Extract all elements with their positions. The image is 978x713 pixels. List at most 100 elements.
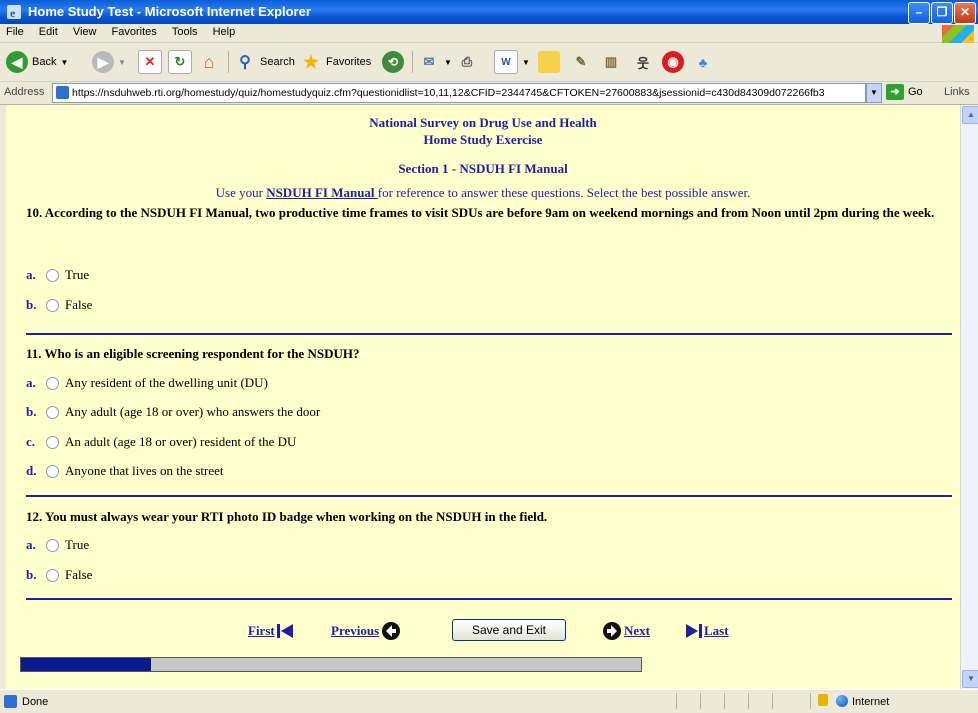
messenger-button[interactable]: ▥ [600, 49, 622, 75]
msn-button[interactable]: ♣ [692, 49, 714, 75]
next-label: Next [624, 623, 650, 638]
address-dropdown-icon[interactable]: ▼ [866, 83, 882, 103]
first-page-icon [275, 621, 295, 641]
radio-button[interactable] [46, 568, 59, 582]
research-icon: ✎ [575, 54, 587, 69]
first-link[interactable]: First [248, 621, 295, 641]
media-button[interactable]: ◉ [662, 49, 684, 75]
question-10-option-b[interactable]: b. False [26, 297, 92, 313]
page-title: National Survey on Drug Use and Health [369, 115, 597, 130]
links-button[interactable]: Links [944, 86, 970, 98]
search-icon: ⚲ [239, 54, 251, 71]
menu-file[interactable]: File [0, 24, 30, 38]
maximize-button[interactable]: ❐ [931, 2, 953, 24]
favorites-button[interactable]: ★ Favorites [300, 49, 371, 75]
option-label: True [65, 267, 90, 282]
address-label: Address [4, 86, 45, 98]
minimize-button[interactable]: – [908, 2, 930, 24]
stop-icon: ✕ [138, 50, 162, 74]
menu-tools[interactable]: Tools [166, 24, 204, 38]
status-divider [748, 693, 749, 709]
title-bar: e Home Study Test - Microsoft Internet E… [0, 0, 978, 24]
home-button[interactable]: ⌂ [198, 49, 220, 75]
question-11-option-c[interactable]: c. An adult (age 18 or over) resident of… [26, 434, 296, 450]
back-dropdown-icon[interactable]: ▼ [60, 58, 68, 67]
question-12-option-a[interactable]: a. True [26, 537, 89, 553]
status-bar: Done Internet [0, 689, 978, 713]
stop-button[interactable]: ✕ [138, 49, 162, 75]
print-button[interactable]: ⎙ [456, 49, 478, 75]
radio-button[interactable] [46, 268, 59, 282]
radio-button[interactable] [46, 435, 59, 449]
back-arrow-icon: ◀ [6, 51, 28, 73]
radio-button[interactable] [46, 538, 59, 552]
question-10-text: 10. According to the NSDUH FI Manual, tw… [26, 205, 935, 220]
favorites-label: Favorites [326, 56, 372, 68]
toolbar: ◀ Back ▼ ▶ ▼ ✕ ↻ ⌂ ⚲ Search ★ Favorites … [0, 43, 978, 82]
forward-dropdown-icon[interactable]: ▼ [118, 58, 126, 67]
scroll-down-icon[interactable]: ▼ [962, 670, 978, 688]
go-button[interactable]: Go [908, 86, 923, 98]
edit-dropdown-icon[interactable]: ▼ [522, 58, 530, 67]
address-input[interactable]: https://nsduhweb.rti.org/homestudy/quiz/… [52, 83, 866, 103]
menu-favorites[interactable]: Favorites [106, 24, 163, 38]
scroll-up-icon[interactable]: ▲ [962, 106, 978, 124]
page-subtitle: Home Study Exercise [423, 132, 543, 147]
option-letter: b. [26, 567, 37, 582]
search-button[interactable]: ⚲ Search [234, 49, 295, 75]
svg-text:e: e [10, 6, 16, 20]
page-icon [4, 695, 17, 708]
question-10-option-a[interactable]: a. True [26, 267, 89, 283]
first-label: First [248, 623, 275, 638]
progress-fill [21, 658, 152, 671]
menu-bar: File Edit View Favorites Tools Help [0, 24, 978, 43]
question-11-option-a[interactable]: a. Any resident of the dwelling unit (DU… [26, 375, 268, 391]
next-link[interactable]: Next [602, 621, 650, 641]
question-11-option-b[interactable]: b. Any adult (age 18 or over) who answer… [26, 404, 320, 420]
instructions-text: for reference to answer these questions.… [377, 185, 751, 200]
option-label: An adult (age 18 or over) resident of th… [65, 434, 297, 449]
mail-button[interactable]: ✉ ▼ [418, 49, 452, 75]
back-button[interactable]: ◀ Back ▼ [6, 49, 68, 75]
go-arrow-icon[interactable]: ➜ [886, 84, 904, 100]
quiz-navigation: First Previous Save and Exit Next Last [6, 617, 960, 643]
search-label: Search [260, 56, 295, 68]
radio-button[interactable] [46, 376, 59, 390]
close-button[interactable]: ✕ [954, 2, 976, 24]
windows-flag-icon [942, 25, 974, 43]
people-button[interactable]: 웃 [632, 49, 654, 75]
radio-button[interactable] [46, 464, 59, 478]
last-link[interactable]: Last [684, 621, 729, 641]
question-11-text: 11. Who is an eligible screening respond… [26, 346, 360, 361]
fi-manual-link[interactable]: NSDUH FI Manual [266, 185, 378, 200]
vertical-scrollbar[interactable]: ▲ ▼ [960, 105, 978, 689]
menu-edit[interactable]: Edit [33, 24, 64, 38]
radio-button[interactable] [46, 298, 59, 312]
history-button[interactable]: ⟲ [382, 49, 404, 75]
forward-button[interactable]: ▶ ▼ [92, 49, 126, 75]
forward-arrow-icon: ▶ [92, 51, 114, 73]
previous-arrow-icon [381, 621, 401, 641]
instructions-text: Use your [215, 185, 267, 200]
refresh-button[interactable]: ↻ [168, 49, 192, 75]
discuss-button[interactable] [538, 49, 560, 75]
security-zone: Internet [852, 696, 890, 708]
question-12-option-b[interactable]: b. False [26, 567, 92, 583]
mail-icon: ✉ [423, 54, 435, 69]
mail-dropdown-icon[interactable]: ▼ [444, 58, 452, 67]
radio-button[interactable] [46, 405, 59, 419]
favorites-star-icon: ★ [302, 51, 320, 72]
menu-help[interactable]: Help [207, 24, 242, 38]
option-letter: a. [26, 267, 36, 282]
question-divider [26, 495, 952, 497]
next-arrow-icon [602, 621, 622, 641]
save-and-exit-button[interactable]: Save and Exit [452, 619, 566, 641]
last-page-icon [684, 621, 704, 641]
edit-button[interactable]: W ▼ [494, 49, 530, 75]
option-label: Any adult (age 18 or over) who answers t… [65, 404, 321, 419]
status-divider [772, 693, 773, 709]
previous-link[interactable]: Previous [331, 621, 401, 641]
research-button[interactable]: ✎ [570, 49, 592, 75]
question-11-option-d[interactable]: d. Anyone that lives on the street [26, 463, 224, 479]
menu-view[interactable]: View [67, 24, 103, 38]
